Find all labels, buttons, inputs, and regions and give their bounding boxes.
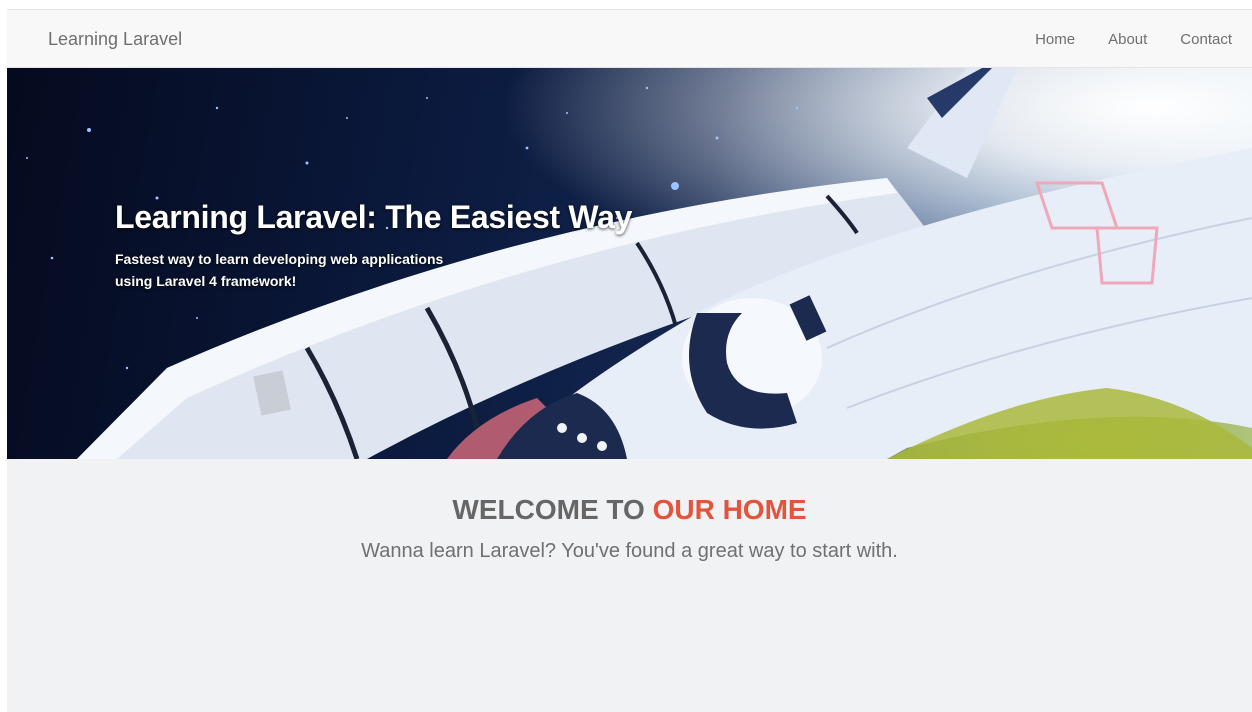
welcome-heading: WELCOME TO OUR HOME — [7, 494, 1252, 526]
welcome-heading-part1: WELCOME TO — [452, 494, 645, 525]
page: Learning Laravel Home About Contact Lear… — [7, 9, 1252, 712]
nav-contact[interactable]: Contact — [1180, 31, 1232, 48]
welcome-section: WELCOME TO OUR HOME Wanna learn Laravel?… — [7, 494, 1252, 563]
nav-about[interactable]: About — [1108, 31, 1147, 48]
hero-title: Learning Laravel: The Easiest Way — [115, 199, 633, 235]
welcome-subtitle: Wanna learn Laravel? You've found a grea… — [361, 540, 898, 562]
navbar: Learning Laravel Home About Contact — [7, 10, 1252, 68]
nav-home[interactable]: Home — [1035, 31, 1075, 48]
welcome-heading-accent: OUR HOME — [652, 494, 807, 525]
hero-banner: Learning Laravel: The Easiest Way Fastes… — [7, 68, 1252, 459]
nav-links: Home About Contact — [1035, 31, 1232, 48]
hero-subtitle: Fastest way to learn developing web appl… — [115, 251, 444, 289]
brand-link[interactable]: Learning Laravel — [48, 29, 182, 50]
hero-caption: Learning Laravel: The Easiest Way Fastes… — [115, 199, 632, 292]
